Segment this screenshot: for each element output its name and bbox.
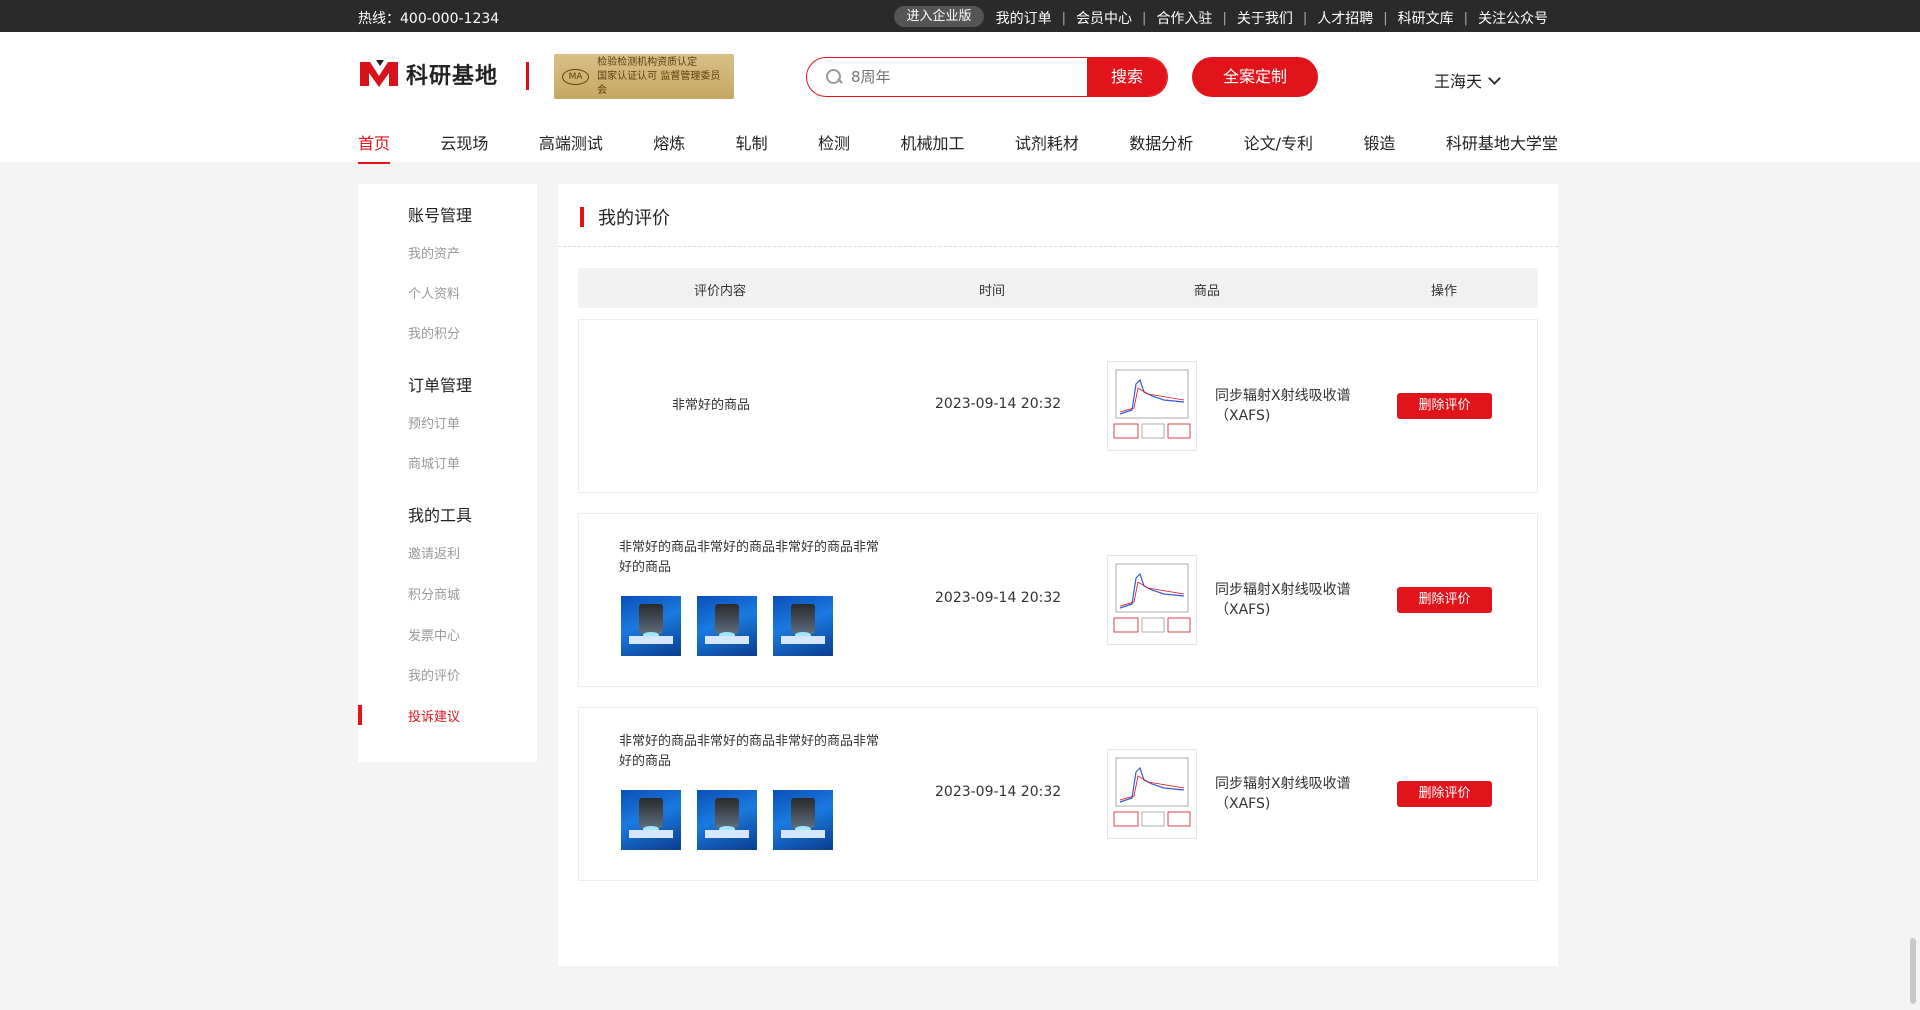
enterprise-version-button[interactable]: 进入企业版 <box>894 6 984 27</box>
sidebar-item-referral[interactable]: 邀请返利 <box>408 543 460 562</box>
search-icon <box>825 68 843 86</box>
review-content: 非常好的商品非常好的商品非常好的商品非常好的商品 <box>619 540 880 575</box>
review-image[interactable] <box>773 596 833 656</box>
header: 科研基地 MA 检验检测机构资质认定 国家认证认可 监督管理委员会 搜索 全案定… <box>0 32 1920 164</box>
cert-line-1: 检验检测机构资质认定 <box>597 56 698 68</box>
sidebar-group-tools: 我的工具 <box>408 506 473 525</box>
top-link-library[interactable]: 科研文库 <box>1388 8 1464 28</box>
product-name[interactable]: 同步辐射X射线吸收谱（XAFS) <box>1215 386 1355 426</box>
hotline: 热线：400-000-1234 <box>358 11 500 27</box>
sidebar-group-account: 账号管理 <box>408 206 473 225</box>
review-images <box>621 790 833 850</box>
sidebar-item-assets[interactable]: 我的资产 <box>408 243 460 262</box>
search-box: 搜索 <box>806 57 1168 97</box>
logo-divider <box>526 62 529 90</box>
review-image[interactable] <box>621 596 681 656</box>
nav-item-reagents[interactable]: 试剂耗材 <box>1015 130 1079 164</box>
page-title-text: 我的评价 <box>598 208 670 229</box>
column-header-content: 评价内容 <box>693 284 747 299</box>
sidebar-item-complaints[interactable]: 投诉建议 <box>408 706 460 725</box>
top-link-my-orders[interactable]: 我的订单 <box>986 8 1062 28</box>
logo-text: 科研基地 <box>406 64 499 89</box>
chevron-down-icon <box>1488 71 1501 85</box>
nav-item-home[interactable]: 首页 <box>358 130 391 164</box>
review-content: 非常好的商品 <box>672 398 751 413</box>
certification-badge: MA 检验检测机构资质认定 国家认证认可 监督管理委员会 <box>554 54 734 99</box>
reviews-panel: 我的评价 评价内容 时间 商品 操作 非常好的商品 2023-09-14 20:… <box>558 184 1558 966</box>
top-bar: 热线：400-000-1234 进入企业版 我的订单 | 会员中心 | 合作入驻 | … <box>0 0 1920 32</box>
search-input[interactable] <box>851 68 1051 86</box>
delete-review-button[interactable]: 删除评价 <box>1397 781 1492 807</box>
review-image[interactable] <box>697 790 757 850</box>
sidebar-item-my-reviews[interactable]: 我的评价 <box>408 665 460 684</box>
title-accent-bar <box>580 207 584 227</box>
top-link-about[interactable]: 关于我们 <box>1227 8 1303 28</box>
search-field[interactable] <box>807 58 1087 96</box>
top-link-member-center[interactable]: 会员中心 <box>1066 8 1142 28</box>
review-time: 2023-09-14 20:32 <box>935 396 1062 412</box>
title-divider <box>558 246 1558 247</box>
nav-item-cloud-site[interactable]: 云现场 <box>440 130 488 164</box>
logo-mark-icon <box>360 60 398 87</box>
sidebar-group-orders: 订单管理 <box>408 376 473 395</box>
review-image[interactable] <box>773 790 833 850</box>
sidebar-item-points[interactable]: 我的积分 <box>408 323 460 342</box>
sidebar-item-reservations[interactable]: 预约订单 <box>408 413 460 432</box>
sidebar-item-invoices[interactable]: 发票中心 <box>408 625 460 644</box>
top-links: 我的订单 | 会员中心 | 合作入驻 | 关于我们 | 人才招聘 | 科研文库 | 关注公众… <box>986 8 1558 28</box>
search-button[interactable]: 搜索 <box>1087 58 1167 96</box>
spectrum-chart-icon <box>1113 757 1191 827</box>
table-row: 非常好的商品非常好的商品非常好的商品非常好的商品 2023-09-14 20:3… <box>578 707 1538 881</box>
sidebar-item-mall-orders[interactable]: 商城订单 <box>408 453 460 472</box>
product-thumbnail[interactable] <box>1107 749 1197 839</box>
delete-review-button[interactable]: 删除评价 <box>1397 587 1492 613</box>
nav-item-papers-patents[interactable]: 论文/专利 <box>1244 130 1313 164</box>
nav-item-data-analysis[interactable]: 数据分析 <box>1129 130 1193 164</box>
account-sidebar: 账号管理 我的资产 个人资料 我的积分 订单管理 预约订单 商城订单 我的工具 … <box>358 184 537 762</box>
top-link-careers[interactable]: 人才招聘 <box>1307 8 1383 28</box>
review-image[interactable] <box>621 790 681 850</box>
cma-mark-icon: MA <box>562 68 590 85</box>
review-content: 非常好的商品非常好的商品非常好的商品非常好的商品 <box>619 734 880 769</box>
nav-item-forging[interactable]: 锻造 <box>1363 130 1395 164</box>
main-nav: 首页 云现场 高端测试 熔炼 轧制 检测 机械加工 试剂耗材 数据分析 论文/专… <box>358 130 1558 164</box>
product-name[interactable]: 同步辐射X射线吸收谱（XAFS) <box>1215 580 1355 620</box>
top-link-follow[interactable]: 关注公众号 <box>1468 8 1558 28</box>
nav-item-academy[interactable]: 科研基地大学堂 <box>1446 130 1558 164</box>
table-row: 非常好的商品非常好的商品非常好的商品非常好的商品 2023-09-14 20:3… <box>578 513 1538 687</box>
page-scrollbar[interactable] <box>1910 938 1916 1004</box>
top-link-partner[interactable]: 合作入驻 <box>1146 8 1222 28</box>
cert-line-2: 国家认证认可 监督管理委员会 <box>597 70 721 96</box>
product-thumbnail[interactable] <box>1107 361 1197 451</box>
column-header-product: 商品 <box>1193 284 1221 299</box>
column-header-time: 时间 <box>978 284 1006 299</box>
review-images <box>621 596 833 656</box>
review-time: 2023-09-14 20:32 <box>935 784 1062 800</box>
user-name: 王海天 <box>1434 72 1483 91</box>
table-row: 非常好的商品 2023-09-14 20:32 同步辐射X射线吸收谱（XAFS)… <box>578 319 1538 493</box>
nav-item-machining[interactable]: 机械加工 <box>900 130 964 164</box>
column-header-action: 操作 <box>1430 284 1458 299</box>
user-menu[interactable]: 王海天 <box>1434 68 1501 92</box>
custom-solution-button[interactable]: 全案定制 <box>1192 57 1318 97</box>
nav-item-smelting[interactable]: 熔炼 <box>653 130 685 164</box>
spectrum-chart-icon <box>1113 563 1191 633</box>
table-header: 评价内容 时间 商品 操作 <box>578 268 1538 308</box>
review-time: 2023-09-14 20:32 <box>935 590 1062 606</box>
page-title: 我的评价 <box>580 204 670 230</box>
delete-review-button[interactable]: 删除评价 <box>1397 393 1492 419</box>
sidebar-item-profile[interactable]: 个人资料 <box>408 283 460 302</box>
nav-item-inspection[interactable]: 检测 <box>818 130 850 164</box>
spectrum-chart-icon <box>1113 369 1191 439</box>
sidebar-item-points-mall[interactable]: 积分商城 <box>408 584 460 603</box>
sidebar-active-indicator <box>358 705 362 725</box>
nav-item-high-end-testing[interactable]: 高端测试 <box>539 130 603 164</box>
review-image[interactable] <box>697 596 757 656</box>
product-thumbnail[interactable] <box>1107 555 1197 645</box>
nav-item-rolling[interactable]: 轧制 <box>736 130 768 164</box>
product-name[interactable]: 同步辐射X射线吸收谱（XAFS) <box>1215 774 1355 814</box>
site-logo[interactable]: 科研基地 <box>358 54 508 94</box>
